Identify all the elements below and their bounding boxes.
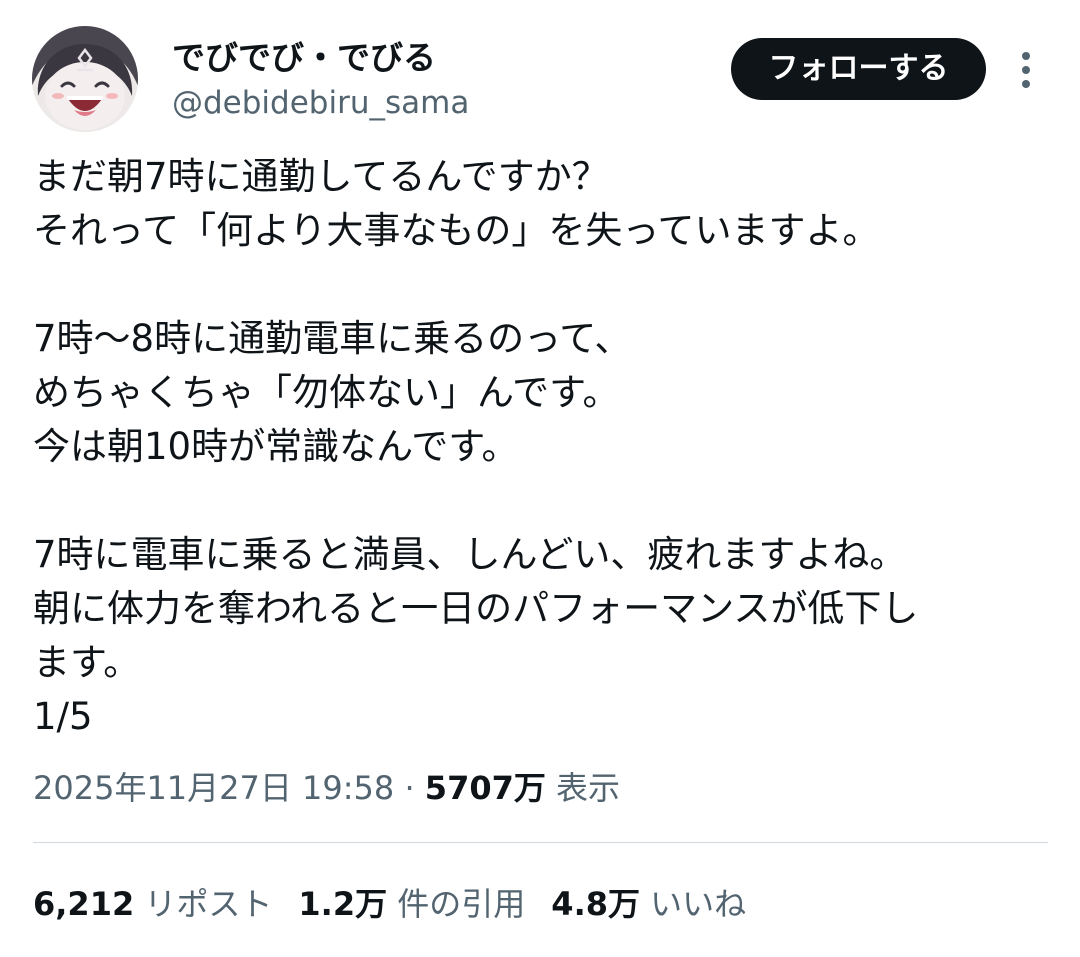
avatar[interactable] <box>32 26 138 132</box>
more-vertical-icon[interactable] <box>1014 48 1038 92</box>
tweet-header: でびでび・でびる @debidebiru_sama フォローする <box>32 26 1052 134</box>
user-handle[interactable]: @debidebiru_sama <box>172 84 469 122</box>
tweet-line: 朝に体力を奪われると一日のパフォーマンスが低下し <box>33 587 919 630</box>
quotes-stat[interactable]: 1.2万 件の引用 <box>298 882 525 926</box>
quotes-count: 1.2万 <box>298 885 388 923</box>
tweet-line: 7時〜8時に通勤電車に乗るのって、 <box>33 317 632 360</box>
tweet-line: ます。 <box>33 641 141 684</box>
tweet-card: でびでび・でびる @debidebiru_sama フォローする まだ朝7時に通… <box>0 0 1080 957</box>
divider <box>33 842 1048 843</box>
meta-separator: · <box>394 769 425 807</box>
thread-counter: 1/5 <box>33 695 93 738</box>
likes-stat[interactable]: 4.8万 いいね <box>551 882 746 926</box>
tweet-line: まだ朝7時に通勤してるんですか？ <box>33 155 609 198</box>
tweet-line: めちゃくちゃ「勿体ない」んです。 <box>33 371 620 414</box>
tweet-meta: 2025年11月27日 19:58 · 5707万 表示 <box>33 766 620 810</box>
tweet-line: 今は朝10時が常識なんです。 <box>33 425 519 468</box>
follow-button[interactable]: フォローする <box>731 38 986 100</box>
quotes-label: 件の引用 <box>387 885 526 923</box>
tweet-line: それって「何より大事なもの」を失っていますよ。 <box>33 209 880 252</box>
likes-count: 4.8万 <box>551 885 640 923</box>
reposts-count: 6,212 <box>33 885 135 923</box>
engagement-stats: 6,212 リポスト 1.2万 件の引用 4.8万 いいね <box>33 882 772 926</box>
avatar-image <box>32 26 138 132</box>
views-label: 表示 <box>545 769 621 807</box>
tweet-line: 7時に電車に乗ると満員、しんどい、疲れますよね。 <box>33 533 907 576</box>
reposts-stat[interactable]: 6,212 リポスト <box>33 882 272 926</box>
reposts-label: リポスト <box>134 885 273 923</box>
timestamp[interactable]: 2025年11月27日 19:58 <box>33 769 394 807</box>
display-name[interactable]: でびでび・でびる <box>172 38 469 78</box>
likes-label: いいね <box>640 885 747 923</box>
tweet-text: まだ朝7時に通勤してるんですか？ それって「何より大事なもの」を失っていますよ。… <box>33 150 1053 744</box>
user-names: でびでび・でびる @debidebiru_sama <box>172 38 469 122</box>
views-count: 5707万 <box>424 769 546 807</box>
